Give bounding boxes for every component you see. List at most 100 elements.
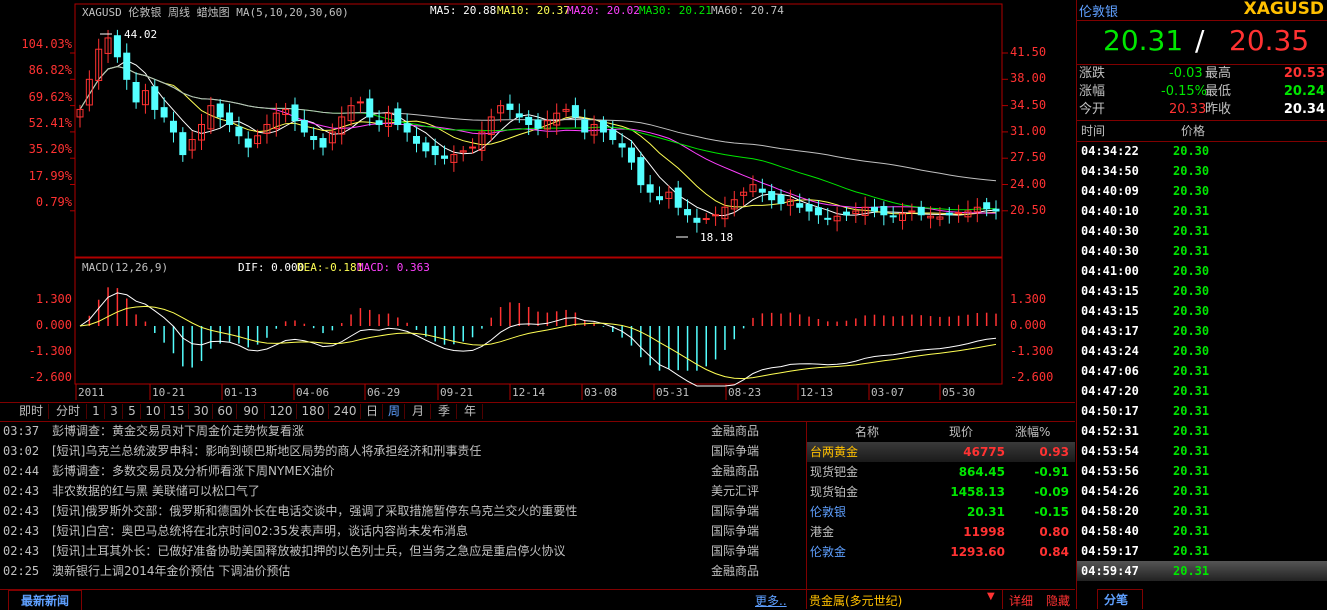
candle-body[interactable] <box>469 146 477 149</box>
news-item[interactable]: 02:25 澳新银行上调2014年金价预估 下调油价预估 金融商品 <box>0 561 804 581</box>
period-button[interactable]: 5 <box>124 404 141 419</box>
news-title[interactable]: [短讯]土耳其外长：已做好准备协助美国释放被扣押的以色列士兵，但当务之急应是重启… <box>52 541 565 561</box>
ticks-tab[interactable]: 分笔 <box>1097 589 1143 609</box>
kline-chart-svg[interactable] <box>0 0 1075 402</box>
candle-body[interactable] <box>216 103 224 118</box>
candle-body[interactable] <box>534 119 542 129</box>
candle-body[interactable] <box>441 155 449 159</box>
period-button[interactable]: 90 <box>238 404 265 419</box>
news-item[interactable]: 03:02 [短讯]乌克兰总统波罗申科：影响到顿巴斯地区局势的商人将承担经济和刑事… <box>0 441 804 461</box>
candle-body[interactable] <box>805 203 813 212</box>
news-item[interactable]: 02:43 非农数据的红与黑 美联储可以松口气了 美元汇评 <box>0 481 804 501</box>
candle-body[interactable] <box>581 119 589 133</box>
candle-body[interactable] <box>375 120 383 125</box>
candle-body[interactable] <box>777 194 785 204</box>
watchlist-row[interactable]: 现货钯金 864.45 -0.91 <box>807 462 1075 482</box>
watchlist-row[interactable]: 伦敦金 1293.60 0.84 <box>807 542 1075 562</box>
candle-body[interactable] <box>412 136 420 144</box>
period-button[interactable]: 240 <box>330 404 361 419</box>
candle-body[interactable] <box>983 202 991 210</box>
period-button[interactable]: 10 <box>142 404 165 419</box>
candle-body[interactable] <box>356 101 364 104</box>
news-item[interactable]: 02:43 [短讯]土耳其外长：已做好准备协助美国释放被扣押的以色列士兵，但当务之… <box>0 541 804 561</box>
period-button[interactable]: 季 <box>432 404 457 419</box>
period-button[interactable]: 120 <box>266 404 297 419</box>
candle-body[interactable] <box>870 206 878 212</box>
candles[interactable] <box>76 29 1000 233</box>
news-title[interactable]: 彭博调查：黄金交易员对下周金价走势恢复看涨 <box>52 421 304 441</box>
news-more-link[interactable]: 更多.. <box>755 592 787 609</box>
news-title[interactable]: 澳新银行上调2014年金价预估 下调油价预估 <box>52 561 290 581</box>
news-item[interactable]: 02:43 [短讯]俄罗斯外交部：俄罗斯和德国外长在电话交谈中，强调了采取措施暂停… <box>0 501 804 521</box>
candle-body[interactable] <box>702 218 710 221</box>
candle-body[interactable] <box>842 211 850 216</box>
period-button[interactable]: 年 <box>458 404 483 419</box>
candle-body[interactable] <box>889 215 897 218</box>
news-title[interactable]: [短讯]乌克兰总统波罗申科：影响到顿巴斯地区局势的商人将承担经济和刑事责任 <box>52 441 481 461</box>
candle-body[interactable] <box>319 138 327 148</box>
candle-body[interactable] <box>226 112 234 125</box>
news-title[interactable]: [短讯]俄罗斯外交部：俄罗斯和德国外长在电话交谈中，强调了采取措施暂停东乌克兰交… <box>52 501 577 521</box>
period-button[interactable]: 日 <box>362 404 383 419</box>
candle-body[interactable] <box>394 108 402 125</box>
detail-button[interactable]: 详细 <box>1009 592 1033 609</box>
watchlist-row[interactable]: 台两黄金 46775 0.93 <box>807 442 1075 462</box>
candle-body[interactable] <box>824 217 832 220</box>
watchlist-group-select[interactable]: 贵金属(多元世纪) ▼ <box>806 590 1003 609</box>
period-button[interactable]: 30 <box>190 404 213 419</box>
period-button[interactable]: 分时 <box>50 404 87 419</box>
candle-body[interactable] <box>506 103 514 110</box>
candle-body[interactable] <box>179 132 187 156</box>
candle-body[interactable] <box>917 206 925 216</box>
candle-body[interactable] <box>609 129 617 141</box>
candle-body[interactable] <box>955 212 963 215</box>
candle-body[interactable] <box>693 217 701 223</box>
candle-body[interactable] <box>515 113 523 118</box>
candle-body[interactable] <box>637 157 645 186</box>
news-title[interactable]: [短讯]白宫：奥巴马总统将在北京时间02:35发表声明，谈话内容尚未发布消息 <box>52 521 468 541</box>
candle-body[interactable] <box>814 207 822 216</box>
candle-body[interactable] <box>768 191 776 201</box>
period-button[interactable]: 15 <box>166 404 189 419</box>
period-button[interactable]: 1 <box>88 404 105 419</box>
news-title[interactable]: 彭博调查：多数交易员及分析师看涨下周NYMEX油价 <box>52 461 334 481</box>
news-item[interactable]: 02:43 [短讯]白宫：奥巴马总统将在北京时间02:35发表声明，谈话内容尚未发… <box>0 521 804 541</box>
candle-body[interactable] <box>310 135 318 141</box>
candle-body[interactable] <box>796 203 804 208</box>
candle-body[interactable] <box>235 126 243 137</box>
news-tab[interactable]: 最新新闻 <box>8 590 82 610</box>
candle-body[interactable] <box>403 123 411 133</box>
period-button[interactable]: 3 <box>106 404 123 419</box>
candle-body[interactable] <box>244 138 252 148</box>
candle-body[interactable] <box>571 105 579 118</box>
candle-body[interactable] <box>758 188 766 193</box>
candle-body[interactable] <box>169 120 177 133</box>
watchlist-row[interactable]: 伦敦银 20.31 -0.15 <box>807 502 1075 522</box>
candle-body[interactable] <box>674 187 682 208</box>
watchlist-row[interactable]: 现货铂金 1458.13 -0.09 <box>807 482 1075 502</box>
watchlist-row[interactable]: 港金 11998 0.80 <box>807 522 1075 542</box>
candle-body[interactable] <box>151 86 159 110</box>
candle-body[interactable] <box>880 206 888 216</box>
period-button[interactable]: 即时 <box>14 404 49 419</box>
period-button[interactable]: 月 <box>406 404 431 419</box>
candle-body[interactable] <box>113 35 121 58</box>
candle-body[interactable] <box>908 210 916 213</box>
candle-body[interactable] <box>300 120 308 133</box>
news-item[interactable]: 03:37 彭博调查：黄金交易员对下周金价走势恢复看涨 金融商品 <box>0 421 804 441</box>
candle-body[interactable] <box>160 107 168 118</box>
candle-body[interactable] <box>599 120 607 133</box>
period-button[interactable]: 周 <box>384 404 405 419</box>
candle-body[interactable] <box>618 143 626 148</box>
candle-body[interactable] <box>291 104 299 122</box>
period-button[interactable]: 60 <box>214 404 237 419</box>
hide-button[interactable]: 隐藏 <box>1046 592 1070 609</box>
candle-body[interactable] <box>132 81 140 103</box>
news-item[interactable]: 02:44 彭博调查：多数交易员及分析师看涨下周NYMEX油价 金融商品 <box>0 461 804 481</box>
candle-body[interactable] <box>656 196 664 201</box>
candle-body[interactable] <box>646 184 654 193</box>
news-title[interactable]: 非农数据的红与黑 美联储可以松口气了 <box>52 481 260 501</box>
candle-body[interactable] <box>945 212 953 216</box>
candle-body[interactable] <box>992 208 1000 212</box>
period-button[interactable]: 180 <box>298 404 329 419</box>
